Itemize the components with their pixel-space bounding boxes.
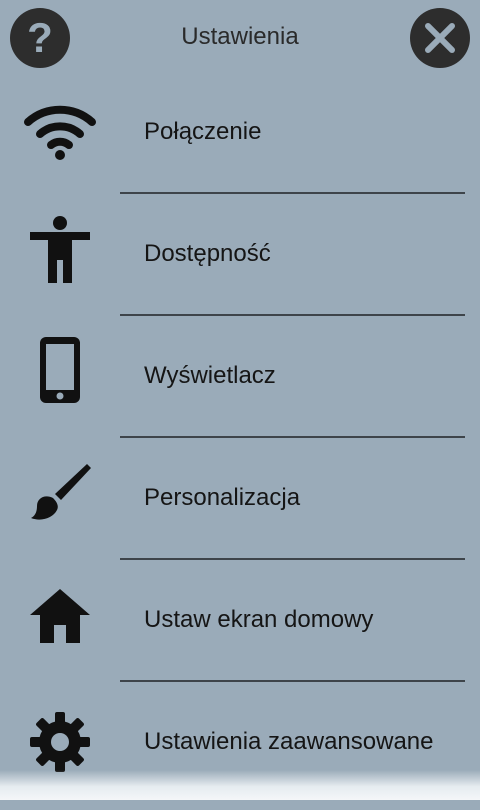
bottom-fade xyxy=(0,770,480,800)
close-button[interactable] xyxy=(410,8,470,68)
gear-icon xyxy=(22,704,98,780)
accessibility-icon xyxy=(22,211,98,287)
menu-item-label: Ustawienia zaawansowane xyxy=(144,728,434,755)
menu-item-display[interactable]: Wyświetlacz xyxy=(0,322,480,444)
header: ? Ustawienia xyxy=(0,0,480,78)
divider xyxy=(120,314,465,316)
divider xyxy=(120,558,465,560)
menu-item-label: Dostępność xyxy=(144,240,271,267)
page-title: Ustawienia xyxy=(181,23,299,50)
divider xyxy=(120,192,465,194)
divider xyxy=(120,436,465,438)
divider xyxy=(120,680,465,682)
menu-item-label: Ustaw ekran domowy xyxy=(144,606,374,633)
menu-item-accessibility[interactable]: Dostępność xyxy=(0,200,480,322)
menu-item-personalization[interactable]: Personalizacja xyxy=(0,444,480,566)
phone-icon xyxy=(22,332,98,408)
menu-item-label: Wyświetlacz xyxy=(144,362,276,389)
close-icon xyxy=(425,23,455,53)
menu-item-connection[interactable]: Połączenie xyxy=(0,78,480,200)
menu-item-label: Połączenie xyxy=(144,118,262,145)
home-icon xyxy=(22,578,98,654)
menu-item-label: Personalizacja xyxy=(144,484,301,511)
brush-icon xyxy=(22,454,98,530)
settings-menu: Połączenie Dostępność Wyświetlacz Person… xyxy=(0,78,480,810)
menu-item-home-screen[interactable]: Ustaw ekran domowy xyxy=(0,566,480,688)
wifi-icon xyxy=(22,94,98,170)
